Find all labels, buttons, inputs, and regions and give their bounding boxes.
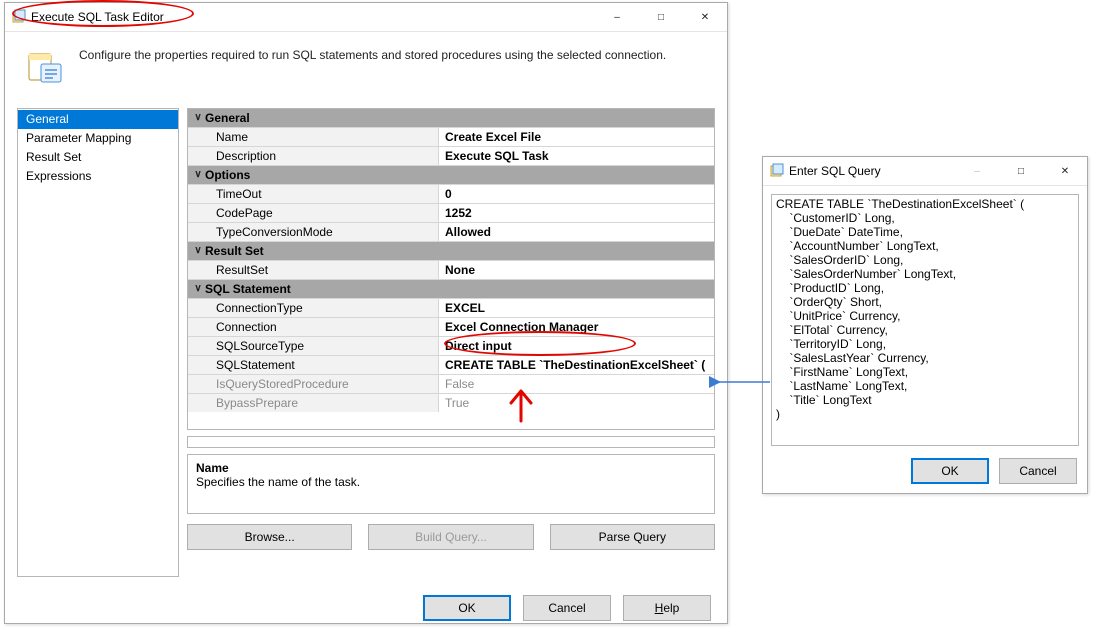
property-row-typeconversionmode[interactable]: TypeConversionModeAllowed — [188, 222, 714, 241]
property-name: IsQueryStoredProcedure — [188, 375, 439, 393]
ok-button[interactable]: OK — [911, 458, 989, 484]
titlebar: Enter SQL Query – □ ✕ — [763, 157, 1087, 186]
minimize-button[interactable]: – — [595, 3, 639, 31]
property-row-timeout[interactable]: TimeOut0 — [188, 184, 714, 203]
property-row-connection[interactable]: ConnectionExcel Connection Manager — [188, 317, 714, 336]
close-button[interactable]: ✕ — [1043, 157, 1087, 185]
property-name: CodePage — [188, 204, 439, 222]
chevron-down-icon: ∨ — [191, 280, 205, 298]
property-row-description[interactable]: DescriptionExecute SQL Task — [188, 146, 714, 165]
window-title: Execute SQL Task Editor — [27, 10, 595, 24]
parse-query-button[interactable]: Parse Query — [550, 524, 715, 550]
chevron-down-icon: ∨ — [191, 242, 205, 260]
property-name: Description — [188, 147, 439, 165]
property-grid[interactable]: ∨GeneralNameCreate Excel FileDescription… — [187, 108, 715, 430]
property-row-name[interactable]: NameCreate Excel File — [188, 127, 714, 146]
property-value[interactable]: False — [439, 375, 714, 393]
property-row-codepage[interactable]: CodePage1252 — [188, 203, 714, 222]
sql-query-textarea[interactable]: CREATE TABLE `TheDestinationExcelSheet` … — [771, 194, 1079, 446]
cancel-button[interactable]: Cancel — [523, 595, 611, 621]
cancel-button[interactable]: Cancel — [999, 458, 1077, 484]
property-row-resultset[interactable]: ResultSetNone — [188, 260, 714, 279]
browse-button[interactable]: Browse... — [187, 524, 352, 550]
execute-sql-task-editor-window: Execute SQL Task Editor – □ ✕ Configure … — [4, 2, 728, 624]
maximize-button[interactable]: □ — [999, 157, 1043, 185]
property-row-bypassprepare[interactable]: BypassPrepareTrue — [188, 393, 714, 412]
property-help-title: Name — [196, 461, 706, 475]
nav-item-result-set[interactable]: Result Set — [18, 148, 178, 167]
minimize-button: – — [955, 157, 999, 185]
nav-item-parameter-mapping[interactable]: Parameter Mapping — [18, 129, 178, 148]
page-nav: GeneralParameter MappingResult SetExpres… — [17, 108, 179, 577]
property-row-sqlsourcetype[interactable]: SQLSourceTypeDirect input — [188, 336, 714, 355]
property-value[interactable]: Direct input — [439, 337, 714, 355]
category-result-set[interactable]: ∨Result Set — [188, 241, 714, 260]
property-name: BypassPrepare — [188, 394, 439, 412]
nav-item-general[interactable]: General — [18, 110, 178, 129]
app-icon — [11, 9, 27, 25]
property-value[interactable]: 0 — [439, 185, 714, 203]
category-general[interactable]: ∨General — [188, 109, 714, 127]
maximize-button[interactable]: □ — [639, 3, 683, 31]
property-row-connectiontype[interactable]: ConnectionTypeEXCEL — [188, 298, 714, 317]
property-name: Name — [188, 128, 439, 146]
property-value[interactable]: True — [439, 394, 714, 412]
build-query-button[interactable]: Build Query... — [368, 524, 533, 550]
description-text: Configure the properties required to run… — [79, 42, 666, 62]
property-name: Connection — [188, 318, 439, 336]
titlebar: Execute SQL Task Editor – □ ✕ — [5, 3, 727, 32]
property-value[interactable]: Allowed — [439, 223, 714, 241]
ok-button[interactable]: OK — [423, 595, 511, 621]
help-button[interactable]: Help — [623, 595, 711, 621]
property-row-sqlstatement[interactable]: SQLStatementCREATE TABLE `TheDestination… — [188, 355, 714, 374]
property-value[interactable]: None — [439, 261, 714, 279]
splitter[interactable] — [187, 436, 715, 448]
chevron-down-icon: ∨ — [191, 166, 205, 184]
property-name: ResultSet — [188, 261, 439, 279]
chevron-down-icon: ∨ — [191, 109, 205, 127]
task-icon — [19, 42, 71, 90]
property-help-box: Name Specifies the name of the task. — [187, 454, 715, 514]
nav-item-expressions[interactable]: Expressions — [18, 167, 178, 186]
close-button[interactable]: ✕ — [683, 3, 727, 31]
property-value[interactable]: 1252 — [439, 204, 714, 222]
app-icon — [769, 163, 785, 179]
property-name: ConnectionType — [188, 299, 439, 317]
property-name: TimeOut — [188, 185, 439, 203]
enter-sql-query-window: Enter SQL Query – □ ✕ CREATE TABLE `TheD… — [762, 156, 1088, 494]
property-value[interactable]: Excel Connection Manager — [439, 318, 714, 336]
property-help-text: Specifies the name of the task. — [196, 475, 706, 489]
window-title: Enter SQL Query — [785, 164, 955, 178]
property-value[interactable]: Create Excel File — [439, 128, 714, 146]
property-value[interactable]: CREATE TABLE `TheDestinationExcelSheet` … — [439, 356, 714, 374]
property-name: SQLSourceType — [188, 337, 439, 355]
category-options[interactable]: ∨Options — [188, 165, 714, 184]
category-sql-statement[interactable]: ∨SQL Statement — [188, 279, 714, 298]
property-name: SQLStatement — [188, 356, 439, 374]
property-value[interactable]: Execute SQL Task — [439, 147, 714, 165]
property-row-isquerystoredprocedure[interactable]: IsQueryStoredProcedureFalse — [188, 374, 714, 393]
property-value[interactable]: EXCEL — [439, 299, 714, 317]
property-name: TypeConversionMode — [188, 223, 439, 241]
